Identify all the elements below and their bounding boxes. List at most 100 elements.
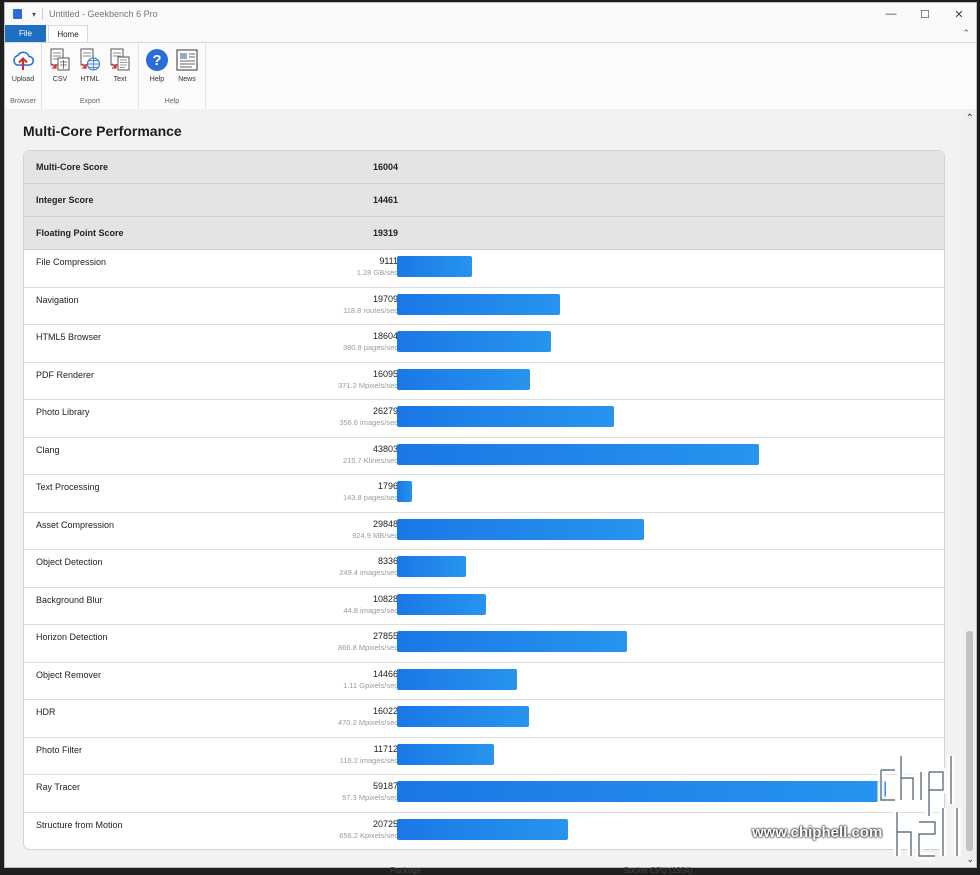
benchmark-score: 8336 xyxy=(377,556,398,566)
benchmark-score: 14466 xyxy=(372,668,398,679)
tab-home[interactable]: Home xyxy=(48,25,88,42)
results-card: Multi-Core Score 16004 Integer Score 14461 F… xyxy=(23,150,945,850)
benchmark-name: Navigation xyxy=(36,294,79,305)
benchmark-name: Ray Tracer xyxy=(36,782,81,792)
benchmark-bar xyxy=(397,818,568,840)
benchmark-unit: 57.3 Mpixels/sec xyxy=(342,793,398,802)
benchmark-name: Photo Filter xyxy=(36,744,83,755)
benchmark-name: HTML5 Browser xyxy=(36,332,102,342)
ribbon-group-browser: Upload Browser xyxy=(5,43,42,109)
help-label: Help xyxy=(149,76,165,83)
benchmark-unit: 866.8 Mpixels/sec xyxy=(337,643,398,652)
benchmark-bar xyxy=(397,593,486,615)
summary-label: Multi-Core Score xyxy=(36,162,109,172)
collapse-ribbon-button[interactable]: ⌃ xyxy=(962,28,970,39)
summary-label: Integer Score xyxy=(36,195,94,205)
benchmark-unit: 380.9 pages/sec xyxy=(342,343,398,352)
summary-row: Floating Point Score 19319 xyxy=(24,217,944,250)
text-file-icon xyxy=(110,48,130,71)
summary-rows: Multi-Core Score 16004 Integer Score 14461 F… xyxy=(24,151,944,250)
scroll-up-button[interactable]: ⌃ xyxy=(966,113,974,124)
maximize-button[interactable]: ☐ xyxy=(908,8,942,21)
benchmark-name: File Compression xyxy=(36,257,107,267)
benchmark-bar xyxy=(397,331,551,352)
benchmark-score: 20725 xyxy=(372,818,398,829)
benchmark-values: 26279 356.6 images/sec xyxy=(298,400,398,437)
close-button[interactable]: ✕ xyxy=(942,8,976,21)
benchmark-score: 10828 xyxy=(372,593,398,604)
html-button[interactable]: HTML xyxy=(75,46,105,98)
benchmark-unit: 656.2 Kpixels/sec xyxy=(339,830,398,840)
benchmark-name: Clang xyxy=(36,444,60,455)
benchmark-values: 10828 44.8 images/sec xyxy=(298,588,398,625)
window-title: Untitled - Geekbench 6 Pro xyxy=(49,9,158,19)
ribbon: Upload Browser CSV HTML Text Export ? He… xyxy=(5,43,976,110)
upload-label: Upload xyxy=(11,76,35,83)
benchmark-name: Background Blur xyxy=(36,594,103,605)
tab-file[interactable]: File xyxy=(5,25,46,42)
benchmark-bar xyxy=(397,631,627,652)
csv-label: CSV xyxy=(52,76,68,83)
text-button[interactable]: Text xyxy=(105,46,135,98)
benchmark-values: 19709 118.8 routes/sec xyxy=(298,288,398,325)
benchmark-row: PDF Renderer 16095 371.2 Mpixels/sec xyxy=(24,363,944,400)
title-separator xyxy=(42,8,44,20)
benchmark-name: HDR xyxy=(36,707,56,717)
benchmark-name: Asset Compression xyxy=(36,519,115,530)
benchmark-unit: 924.9 MB/sec xyxy=(352,530,398,540)
benchmark-values: 59187 57.3 Mpixels/sec xyxy=(298,775,398,812)
benchmark-values: 18604 380.9 pages/sec xyxy=(298,325,398,362)
benchmark-row: Object Detection 8336 249.4 images/sec xyxy=(24,550,944,588)
group-label-export: Export xyxy=(79,98,101,105)
benchmark-unit: 118.8 routes/sec xyxy=(343,305,398,315)
quick-access-dropdown[interactable]: ▾ xyxy=(32,10,36,19)
benchmark-score: 29848 xyxy=(372,518,398,529)
benchmark-values: 14466 1.11 Gpixels/sec xyxy=(298,663,398,700)
benchmark-unit: 371.2 Mpixels/sec xyxy=(337,380,398,390)
benchmark-unit: 116.2 images/sec xyxy=(339,755,398,765)
app-icon xyxy=(13,9,22,19)
benchmark-score: 43803 xyxy=(372,443,398,454)
benchmark-values: 29848 924.9 MB/sec xyxy=(298,513,398,550)
upload-button[interactable]: Upload xyxy=(8,46,38,98)
benchmark-row: Clang 43803 215.7 Klines/sec xyxy=(24,438,944,475)
benchmark-name: Structure from Motion xyxy=(36,819,123,830)
summary-row: Multi-Core Score 16004 xyxy=(24,151,944,184)
group-label-browser: Browser xyxy=(10,98,36,105)
benchmark-values: 27855 866.8 Mpixels/sec xyxy=(298,625,398,662)
benchmark-row: File Compression 9111 1.28 GB/sec xyxy=(24,250,944,288)
benchmark-unit: 249.4 images/sec xyxy=(339,568,398,577)
benchmark-name: Text Processing xyxy=(36,482,100,492)
benchmark-score: 27855 xyxy=(372,631,398,641)
benchmark-values: 16095 371.2 Mpixels/sec xyxy=(298,363,398,400)
benchmark-bar xyxy=(397,668,517,690)
section-title: Multi-Core Performance xyxy=(23,123,182,139)
html-label: HTML xyxy=(80,76,100,83)
benchmark-score: 16095 xyxy=(372,368,398,379)
benchmark-unit: 1.28 GB/sec xyxy=(356,268,398,277)
benchmark-bar xyxy=(397,518,644,540)
benchmark-row: Navigation 19709 118.8 routes/sec xyxy=(24,288,944,325)
benchmark-score: 11712 xyxy=(373,743,398,754)
benchmark-unit: 215.7 Klines/sec xyxy=(342,455,398,465)
news-icon xyxy=(176,49,198,71)
help-button[interactable]: ? Help xyxy=(142,46,172,98)
help-icon: ? xyxy=(146,49,168,71)
summary-label: Floating Point Score xyxy=(36,228,124,238)
ribbon-tabs: File Home ⌃ xyxy=(5,25,976,43)
minimize-button[interactable]: — xyxy=(874,8,908,20)
benchmark-name: Photo Library xyxy=(36,407,90,417)
benchmark-row: Horizon Detection 27855 866.8 Mpixels/sec xyxy=(24,625,944,663)
benchmark-name: Horizon Detection xyxy=(36,632,108,642)
text-label: Text xyxy=(113,76,127,83)
news-label: News xyxy=(178,76,196,83)
news-button[interactable]: News xyxy=(172,46,202,98)
chiphell-watermark: www.chiphell.com xyxy=(752,752,974,862)
benchmark-values: 43803 215.7 Klines/sec xyxy=(298,438,398,475)
benchmark-row: Object Remover 14466 1.11 Gpixels/sec xyxy=(24,663,944,700)
benchmark-row: HDR 16022 470.2 Mpixels/sec xyxy=(24,700,944,738)
benchmark-bar xyxy=(397,256,472,277)
csv-button[interactable]: CSV xyxy=(45,46,75,98)
benchmark-values: 8336 249.4 images/sec xyxy=(298,550,398,587)
benchmark-bar xyxy=(397,293,560,315)
